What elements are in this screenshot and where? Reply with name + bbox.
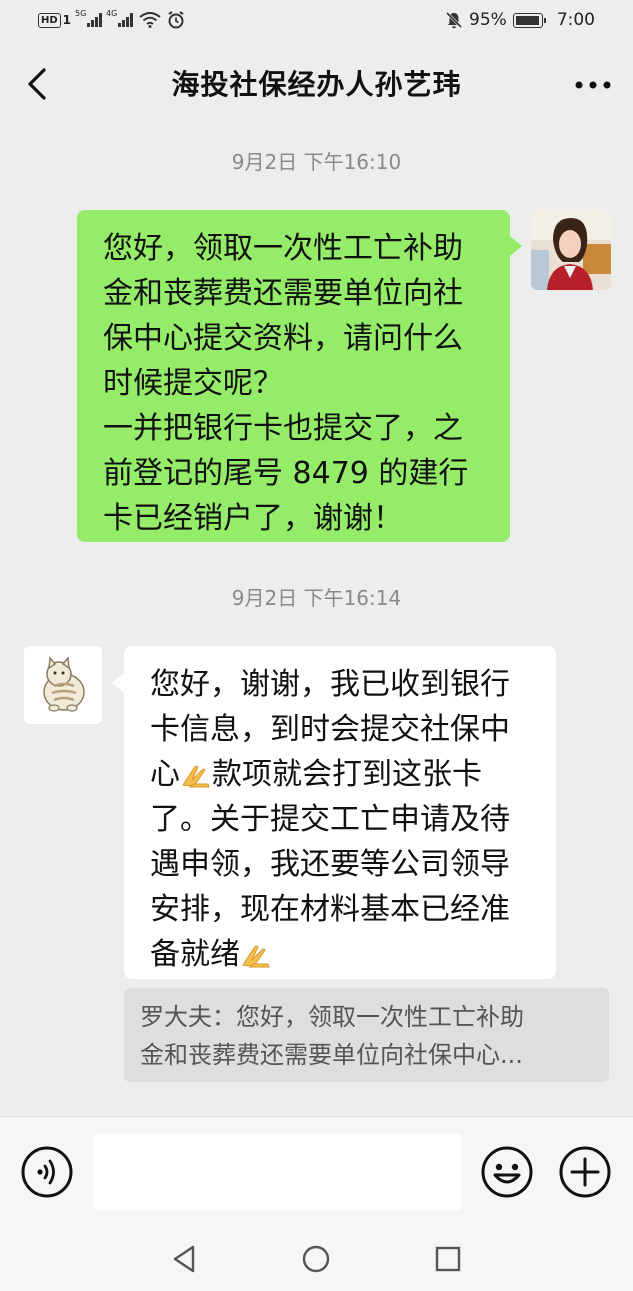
message-line: 保中心提交资料，请问什么: [103, 321, 463, 356]
alarm-icon: [168, 11, 184, 29]
pray-hands-emoji: [182, 765, 210, 788]
message-line: 心 款项就会打到这张卡: [150, 752, 534, 797]
battery-fill: [515, 15, 539, 25]
quoted-message[interactable]: 罗大夫：您好，领取一次性工亡补助 金和丧葬费还需要单位向社保中心...: [124, 988, 609, 1082]
message-line: 时候提交呢？: [103, 366, 283, 401]
message-text: 心: [150, 757, 180, 792]
cat-avatar-image: [24, 646, 102, 724]
self-avatar[interactable]: [531, 210, 611, 290]
message-line: 金和丧葬费还需要单位向社: [103, 276, 463, 311]
status-bar: HD 1 5G 4G 95% 7:00: [0, 0, 633, 40]
bubble-tail: [510, 236, 522, 256]
self-avatar-image: [531, 210, 611, 290]
message-text: 款项就会打到这张卡: [212, 757, 482, 792]
outgoing-message-bubble[interactable]: 您好，领取一次性工亡补助 金和丧葬费还需要单位向社 保中心提交资料，请问什么 时…: [77, 210, 510, 542]
message-line: 卡信息，到时会提交社保中: [150, 712, 510, 747]
message-timestamp: 9月2日 下午16:10: [231, 150, 402, 174]
message-input[interactable]: [94, 1133, 462, 1211]
message-text: 备就绪: [150, 937, 240, 972]
mute-icon: [445, 11, 463, 29]
message-line: 了。关于提交工亡申请及待: [150, 802, 510, 837]
signal-icon-2: 4G: [106, 9, 134, 27]
chat-header: 海投社保经办人孙艺玮: [0, 40, 633, 130]
status-right: 95% 7:00: [445, 10, 595, 30]
signal-gen-label: 5G: [75, 9, 87, 18]
system-nav-bar: [0, 1226, 633, 1291]
quote-line: 罗大夫：您好，领取一次性工亡补助: [140, 1003, 524, 1031]
plus-icon[interactable]: [558, 1145, 612, 1199]
back-triangle-icon[interactable]: [167, 1242, 201, 1276]
incoming-message-bubble[interactable]: 您好，谢谢，我已收到银行 卡信息，到时会提交社保中 心 款项就会打到这张卡 了。…: [124, 646, 556, 979]
wifi-icon: [139, 12, 161, 28]
message-line: 您好，谢谢，我已收到银行: [150, 667, 510, 702]
message-line: 遇申领，我还要等公司领导: [150, 847, 510, 882]
battery-icon: [512, 12, 546, 28]
smiley-icon[interactable]: [480, 1145, 534, 1199]
status-time: 7:00: [556, 10, 595, 30]
home-circle-icon[interactable]: [299, 1242, 333, 1276]
more-dots-icon[interactable]: [573, 70, 613, 100]
chat-input-bar: [0, 1116, 633, 1226]
status-left: HD 1 5G 4G: [38, 9, 185, 29]
quote-line: 金和丧葬费还需要单位向社保中心...: [140, 1041, 523, 1069]
battery-percent: 95%: [469, 10, 507, 30]
hd-badge: HD: [38, 12, 61, 28]
message-line: 您好，领取一次性工亡补助: [103, 231, 463, 266]
message-line: 备就绪: [150, 932, 534, 977]
pray-hands-emoji: [242, 945, 270, 968]
signal-icon: 5G: [75, 9, 103, 27]
voice-icon[interactable]: [20, 1145, 74, 1199]
signal-gen-label-2: 4G: [106, 9, 118, 18]
contact-avatar[interactable]: [24, 646, 102, 724]
chevron-left-icon[interactable]: [20, 64, 56, 104]
bubble-tail: [112, 673, 124, 693]
sim-number: 1: [62, 13, 72, 27]
message-line: 安排，现在材料基本已经准: [150, 892, 510, 927]
message-line: 一并把银行卡也提交了，之: [103, 411, 463, 446]
message-timestamp: 9月2日 下午16:14: [231, 586, 402, 610]
recents-square-icon[interactable]: [431, 1242, 465, 1276]
message-line: 卡已经销户了，谢谢！: [103, 501, 403, 536]
chat-title: 海投社保经办人孙艺玮: [171, 68, 462, 101]
message-line: 前登记的尾号 8479 的建行: [103, 456, 469, 491]
